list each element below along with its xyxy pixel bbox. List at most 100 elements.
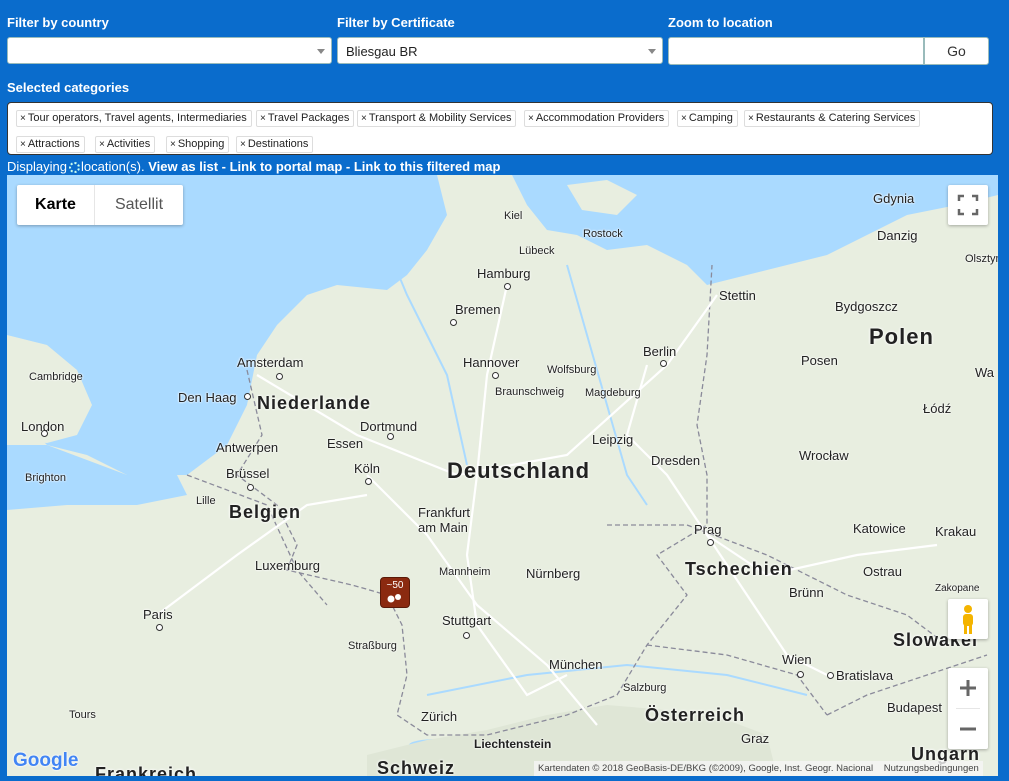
city-label: Wien: [782, 652, 812, 667]
city-label: Prag: [694, 522, 722, 537]
city-label: Den Haag: [178, 390, 237, 405]
remove-icon[interactable]: ×: [240, 139, 246, 150]
remove-icon[interactable]: ×: [20, 113, 26, 124]
chip-label: Accommodation Providers: [535, 112, 665, 124]
fullscreen-icon: [957, 194, 979, 216]
city-dot: [797, 671, 804, 678]
category-chip[interactable]: × Shopping: [166, 136, 230, 153]
city-label: München: [549, 657, 603, 672]
city-label: Magdeburg: [585, 387, 641, 399]
country-label: Tschechien: [685, 559, 793, 579]
category-chip[interactable]: × Activities: [95, 136, 156, 153]
remove-icon[interactable]: ×: [528, 113, 534, 124]
city-label: Hamburg: [477, 266, 531, 281]
link-separator: -: [342, 159, 354, 174]
category-chip[interactable]: × Transport & Mobility Services: [357, 110, 517, 127]
remove-icon[interactable]: ×: [99, 139, 105, 150]
map-attribution: Kartendaten © 2018 GeoBasis-DE/BKG (©200…: [534, 761, 983, 776]
city-label: Frankfurt am Main: [418, 505, 471, 535]
remove-icon[interactable]: ×: [260, 113, 266, 124]
chip-label: Destinations: [247, 138, 309, 150]
city-dot: [247, 484, 254, 491]
country-select[interactable]: [7, 37, 332, 64]
city-label: Posen: [801, 353, 838, 368]
country-label: Belgien: [229, 502, 302, 522]
fullscreen-button[interactable]: [948, 185, 988, 225]
category-chip[interactable]: × Travel Packages: [256, 110, 355, 127]
portal-map-link[interactable]: Link to portal map: [230, 159, 343, 174]
remove-icon[interactable]: ×: [20, 139, 26, 150]
city-label: Berlin: [643, 344, 677, 359]
map-type-control: Karte Satellit: [17, 185, 183, 225]
chip-label: Restaurants & Catering Services: [755, 112, 916, 124]
category-chip[interactable]: × Tour operators, Travel agents, Intermed…: [16, 110, 252, 127]
city-label: Łódź: [923, 401, 952, 416]
city-label: Lille: [196, 495, 216, 507]
category-chip[interactable]: × Destinations: [236, 136, 314, 153]
certificate-select[interactable]: Bliesgau BR: [337, 37, 663, 64]
country-label: Polen: [869, 324, 934, 349]
category-chip[interactable]: × Attractions: [16, 136, 85, 153]
city-label: Brünn: [789, 585, 824, 600]
country-filter-label: Filter by country: [7, 15, 109, 30]
city-dot: [41, 430, 48, 437]
city-label: Bydgoszcz: [835, 299, 898, 314]
city-label: Brighton: [25, 472, 66, 484]
city-dot: [492, 372, 499, 379]
street-view-button[interactable]: [948, 599, 988, 639]
terms-link[interactable]: Nutzungsbedingungen: [884, 763, 979, 774]
category-chip[interactable]: × Camping: [677, 110, 738, 127]
city-dot: [276, 373, 283, 380]
cluster-marker[interactable]: ~50: [380, 577, 410, 608]
category-chip[interactable]: × Accommodation Providers: [524, 110, 670, 127]
remove-icon[interactable]: ×: [748, 113, 754, 124]
city-label: Salzburg: [623, 682, 667, 694]
status-suffix: location(s).: [80, 159, 145, 174]
city-dot: [244, 393, 251, 400]
chip-label: Camping: [688, 112, 733, 124]
city-label: Rostock: [583, 228, 623, 240]
city-label: Nürnberg: [526, 566, 581, 581]
filtered-map-link[interactable]: Link to this filtered map: [354, 159, 501, 174]
certificate-select-value: Bliesgau BR: [346, 44, 418, 59]
map-canvas[interactable]: Niederlande Belgien Luxemburg Deutschlan…: [7, 175, 998, 776]
zoom-location-input[interactable]: [668, 37, 924, 65]
zoom-location-label: Zoom to location: [668, 15, 773, 30]
city-label: Wa: [975, 365, 995, 380]
remove-icon[interactable]: ×: [681, 113, 687, 124]
view-as-list-link[interactable]: View as list: [148, 159, 218, 174]
chip-label: Activities: [106, 138, 151, 150]
city-dot: [156, 624, 163, 631]
map-type-karte[interactable]: Karte: [17, 185, 95, 225]
city-label: Wrocław: [799, 448, 849, 463]
city-label: Antwerpen: [216, 440, 279, 455]
zoom-in-icon: [960, 680, 976, 696]
city-label: Danzig: [877, 228, 918, 243]
zoom-out-icon: [960, 727, 976, 731]
remove-icon[interactable]: ×: [170, 139, 176, 150]
city-label: Brüssel: [226, 466, 270, 481]
chip-label: Attractions: [27, 138, 80, 150]
city-label: Graz: [741, 731, 770, 746]
city-label: Köln: [354, 461, 381, 476]
city-label: Wolfsburg: [547, 364, 597, 376]
selected-categories-label: Selected categories: [7, 80, 130, 95]
category-tags-box[interactable]: × Tour operators, Travel agents, Intermed…: [7, 102, 993, 155]
country-label: Niederlande: [257, 393, 372, 413]
status-line: Displaying location(s). View as list - Li…: [7, 159, 500, 174]
cluster-icon: [387, 594, 401, 603]
certificate-filter-label: Filter by Certificate: [337, 15, 455, 30]
map-type-satellit[interactable]: Satellit: [95, 185, 183, 225]
city-label: Krakau: [935, 524, 977, 539]
google-logo: Google: [13, 750, 79, 771]
zoom-in-button[interactable]: [948, 668, 988, 708]
city-dot: [387, 433, 394, 440]
go-button[interactable]: Go: [924, 37, 989, 65]
category-chip[interactable]: × Restaurants & Catering Services: [744, 110, 921, 127]
city-label: Budapest: [887, 700, 942, 715]
remove-icon[interactable]: ×: [361, 113, 367, 124]
country-label: Deutschland: [447, 458, 591, 483]
chip-label: Tour operators, Travel agents, Intermedi…: [27, 112, 247, 124]
zoom-out-button[interactable]: [948, 709, 988, 749]
city-dot: [827, 672, 834, 679]
